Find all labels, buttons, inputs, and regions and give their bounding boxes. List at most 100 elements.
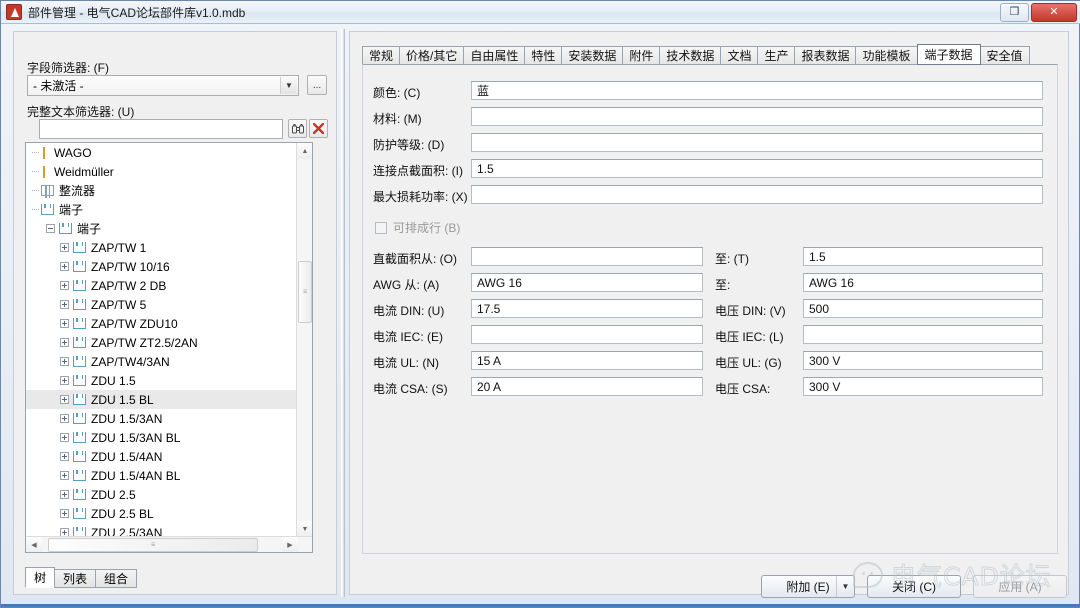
tab-价格/其它[interactable]: 价格/其它 [399,46,465,65]
restore-button[interactable]: ❐ [1000,3,1029,22]
tree-item[interactable]: ZDU 1.5/3AN [26,409,298,428]
pair-right-input-5[interactable]: 300 V [803,377,1043,396]
tree-item[interactable]: 整流器 [26,181,298,200]
expand-icon[interactable] [60,243,69,252]
tree-item[interactable]: 端子 [26,200,298,219]
panel-splitter[interactable] [341,29,345,597]
close-dialog-button[interactable]: 关闭 (C) [867,575,961,598]
part-tree[interactable]: WAGO Weidmüller 整流器 端子 端子 ZAP/TW 1 ZAP/TW 10/1… [25,142,313,553]
tab-生产[interactable]: 生产 [757,46,796,65]
pair-right-input-1[interactable]: AWG 16 [803,273,1043,292]
collapse-icon[interactable] [46,224,55,233]
tree-item[interactable]: ZDU 2.5/3AN [26,523,298,537]
pair-right-input-2[interactable]: 500 [803,299,1043,318]
tree-vertical-scrollbar[interactable]: ▲ ≡ ▼ [296,143,312,537]
tree-item[interactable]: ZAP/TW ZDU10 [26,314,298,333]
tree-rows[interactable]: WAGO Weidmüller 整流器 端子 端子 ZAP/TW 1 ZAP/TW 10/1… [26,143,298,537]
tab-报表数据[interactable]: 报表数据 [794,46,857,65]
field-input-3[interactable]: 1.5 [471,159,1043,178]
field-label-0: 颜色: (C) [373,86,421,100]
scroll-right-arrow[interactable]: ▶ [282,537,298,552]
tree-item[interactable]: ZDU 1.5 BL [26,390,298,409]
field-label-4: 最大损耗功率: (X) [373,190,468,204]
expand-icon[interactable] [60,376,69,385]
tab-常规[interactable]: 常规 [362,46,401,65]
tree-item[interactable]: ZDU 1.5/4AN BL [26,466,298,485]
vertical-scroll-thumb[interactable]: ≡ [298,261,312,323]
expand-icon[interactable] [60,452,69,461]
expand-icon[interactable] [60,395,69,404]
scroll-grip-icon: ≡ [150,541,156,549]
stackable-checkbox[interactable]: 可排成行 (B) [375,219,460,236]
expand-icon[interactable] [60,338,69,347]
expand-icon[interactable] [60,357,69,366]
expand-icon[interactable] [60,281,69,290]
tab-技术数据[interactable]: 技术数据 [659,46,722,65]
pair-left-input-5[interactable]: 20 A [471,377,703,396]
expand-icon[interactable] [60,262,69,271]
tab-特性[interactable]: 特性 [524,46,563,65]
tab-文档[interactable]: 文档 [720,46,759,65]
tree-item[interactable]: WAGO [26,143,298,162]
expand-icon[interactable] [60,509,69,518]
tree-item[interactable]: 端子 [26,219,298,238]
pair-right-input-4[interactable]: 300 V [803,351,1043,370]
tab-label: 文档 [727,49,752,63]
expand-icon[interactable] [60,471,69,480]
tab-安全值[interactable]: 安全值 [979,46,1030,65]
field-input-2[interactable] [471,133,1043,152]
pair-left-input-4[interactable]: 15 A [471,351,703,370]
tree-item[interactable]: Weidmüller [26,162,298,181]
expand-icon[interactable] [60,300,69,309]
tab-附件[interactable]: 附件 [622,46,661,65]
tab-端子数据[interactable]: 端子数据 [916,44,981,65]
field-label-1: 材料: (M) [373,112,422,126]
tree-item[interactable]: ZAP/TW 10/16 [26,257,298,276]
checkbox-icon[interactable] [375,221,387,234]
tab-功能模板[interactable]: 功能模板 [855,46,918,65]
property-tabs[interactable]: 常规 价格/其它 自由属性 特性 安装数据 附件 技术数据 文档 生产 报表数据 功能模板 端子数据安… [362,44,1058,65]
close-button[interactable]: ✕ [1031,3,1077,22]
tab-安装数据[interactable]: 安装数据 [561,46,624,65]
tree-item[interactable]: ZAP/TW 1 [26,238,298,257]
pair-left-input-3[interactable] [471,325,703,344]
tree-item[interactable]: ZDU 2.5 BL [26,504,298,523]
tree-item[interactable]: ZAP/TW 2 DB [26,276,298,295]
tree-item-label: ZDU 1.5/3AN [91,411,163,426]
tree-item[interactable]: ZAP/TW4/3AN [26,352,298,371]
expand-icon[interactable] [60,414,69,423]
chevron-down-icon[interactable]: ▼ [280,77,297,94]
tree-item[interactable]: ZDU 1.5/4AN [26,447,298,466]
tree-item[interactable]: ZDU 1.5 [26,371,298,390]
pair-right-input-0[interactable]: 1.5 [803,247,1043,266]
horizontal-scroll-thumb[interactable]: ≡ [48,538,258,552]
pair-left-input-2[interactable]: 17.5 [471,299,703,318]
binoculars-icon [291,123,304,133]
attach-button[interactable]: 附加 (E) ▼ [761,575,855,598]
pair-left-input-0[interactable] [471,247,703,266]
expand-icon[interactable] [60,433,69,442]
scroll-left-arrow[interactable]: ◀ [26,537,42,552]
field-input-1[interactable] [471,107,1043,126]
expand-icon[interactable] [60,490,69,499]
pair-right-input-3[interactable] [803,325,1043,344]
tree-item[interactable]: ZDU 2.5 [26,485,298,504]
field-filter-ellipsis-button[interactable]: ... [307,75,327,95]
tree-horizontal-scrollbar[interactable]: ◀ ≡ ▶ [26,536,312,552]
tree-item[interactable]: ZAP/TW 5 [26,295,298,314]
field-input-4[interactable] [471,185,1043,204]
tab-自由属性[interactable]: 自由属性 [463,46,526,65]
terminal-icon [73,451,86,462]
expand-icon[interactable] [60,319,69,328]
fulltext-filter-input[interactable] [39,119,283,139]
pair-left-input-1[interactable]: AWG 16 [471,273,703,292]
chevron-down-icon[interactable]: ▼ [836,576,854,597]
field-filter-combo[interactable]: - 未激活 - ▼ [27,75,299,96]
tree-item[interactable]: ZAP/TW ZT2.5/2AN [26,333,298,352]
clear-filter-button[interactable] [309,119,328,138]
scroll-up-arrow[interactable]: ▲ [297,143,312,159]
search-button[interactable] [288,119,307,138]
tree-item[interactable]: ZDU 1.5/3AN BL [26,428,298,447]
scroll-down-arrow[interactable]: ▼ [297,521,312,537]
field-input-0[interactable]: 蓝 [471,81,1043,100]
